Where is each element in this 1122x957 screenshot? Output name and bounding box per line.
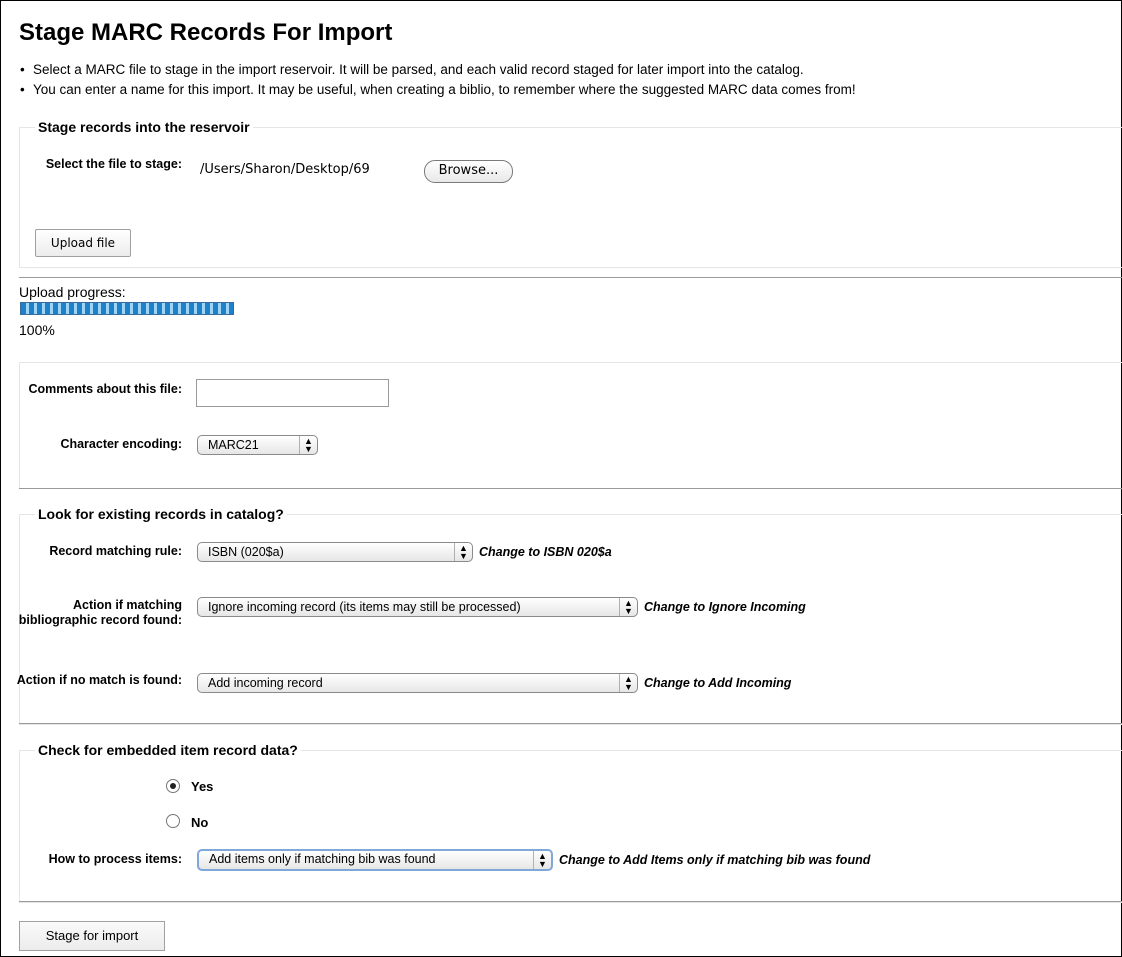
stage-for-import-button[interactable]: Stage for import <box>19 921 165 951</box>
rule-select-value: ISBN (020$a) <box>208 545 284 559</box>
yes-radio-label: Yes <box>191 779 214 794</box>
updown-arrows-icon: ▲ ▼ <box>619 598 637 616</box>
divider <box>19 723 1122 724</box>
file-label: Select the file to stage: <box>45 157 182 171</box>
intro-item: You can enter a name for this import. It… <box>20 80 856 100</box>
match-action-change-note: Change to Ignore Incoming <box>644 600 806 614</box>
stage-fieldset <box>19 127 1122 268</box>
process-items-label: How to process items: <box>48 852 182 866</box>
upload-file-button[interactable]: Upload file <box>35 229 131 257</box>
match-action-label: Action if matching bibliographic record … <box>18 598 182 627</box>
upload-progress-fill <box>21 303 233 314</box>
nomatch-change-note: Change to Add Incoming <box>644 676 792 690</box>
divider <box>19 901 1122 902</box>
matching-legend: Look for existing records in catalog? <box>35 505 287 523</box>
encoding-select[interactable]: MARC21 ▲ ▼ <box>197 435 318 455</box>
rule-select[interactable]: ISBN (020$a) ▲ ▼ <box>197 542 473 562</box>
match-action-select[interactable]: Ignore incoming record (its items may st… <box>197 597 638 617</box>
updown-arrows-icon: ▲ ▼ <box>533 851 551 869</box>
encoding-label: Character encoding: <box>60 437 182 451</box>
nomatch-label: Action if no match is found: <box>16 673 182 687</box>
divider <box>19 277 1122 278</box>
process-items-select-value: Add items only if matching bib was found <box>209 852 436 866</box>
file-path-field[interactable]: /Users/Sharon/Desktop/69 <box>196 155 421 187</box>
updown-arrows-icon: ▲ ▼ <box>454 543 472 561</box>
file-details-fieldset <box>19 362 1122 489</box>
items-fieldset <box>19 750 1122 903</box>
intro-item: Select a MARC file to stage in the impor… <box>20 60 856 80</box>
process-items-change-note: Change to Add Items only if matching bib… <box>559 853 871 867</box>
comments-input[interactable] <box>196 379 389 407</box>
no-radio[interactable] <box>166 814 180 828</box>
items-legend: Check for embedded item record data? <box>35 741 301 759</box>
intro-list: Select a MARC file to stage in the impor… <box>20 60 856 100</box>
updown-arrows-icon: ▲ ▼ <box>619 674 637 692</box>
comments-label: Comments about this file: <box>28 382 182 396</box>
match-action-select-value: Ignore incoming record (its items may st… <box>208 600 521 614</box>
no-radio-label: No <box>191 815 209 830</box>
upload-progress-percent: 100% <box>19 322 55 338</box>
nomatch-select-value: Add incoming record <box>208 676 323 690</box>
page-title: Stage MARC Records For Import <box>19 19 393 46</box>
rule-change-note: Change to ISBN 020$a <box>479 545 612 559</box>
divider <box>19 488 1122 489</box>
stage-legend: Stage records into the reservoir <box>35 118 253 136</box>
encoding-select-value: MARC21 <box>208 438 259 452</box>
upload-progress-bar <box>20 302 234 315</box>
updown-arrows-icon: ▲ ▼ <box>299 436 317 454</box>
upload-progress-label: Upload progress: <box>19 284 126 300</box>
yes-radio[interactable] <box>166 779 180 793</box>
process-items-select[interactable]: Add items only if matching bib was found… <box>197 849 553 871</box>
nomatch-select[interactable]: Add incoming record ▲ ▼ <box>197 673 638 693</box>
rule-label: Record matching rule: <box>49 544 182 558</box>
browse-button[interactable]: Browse... <box>424 160 513 183</box>
